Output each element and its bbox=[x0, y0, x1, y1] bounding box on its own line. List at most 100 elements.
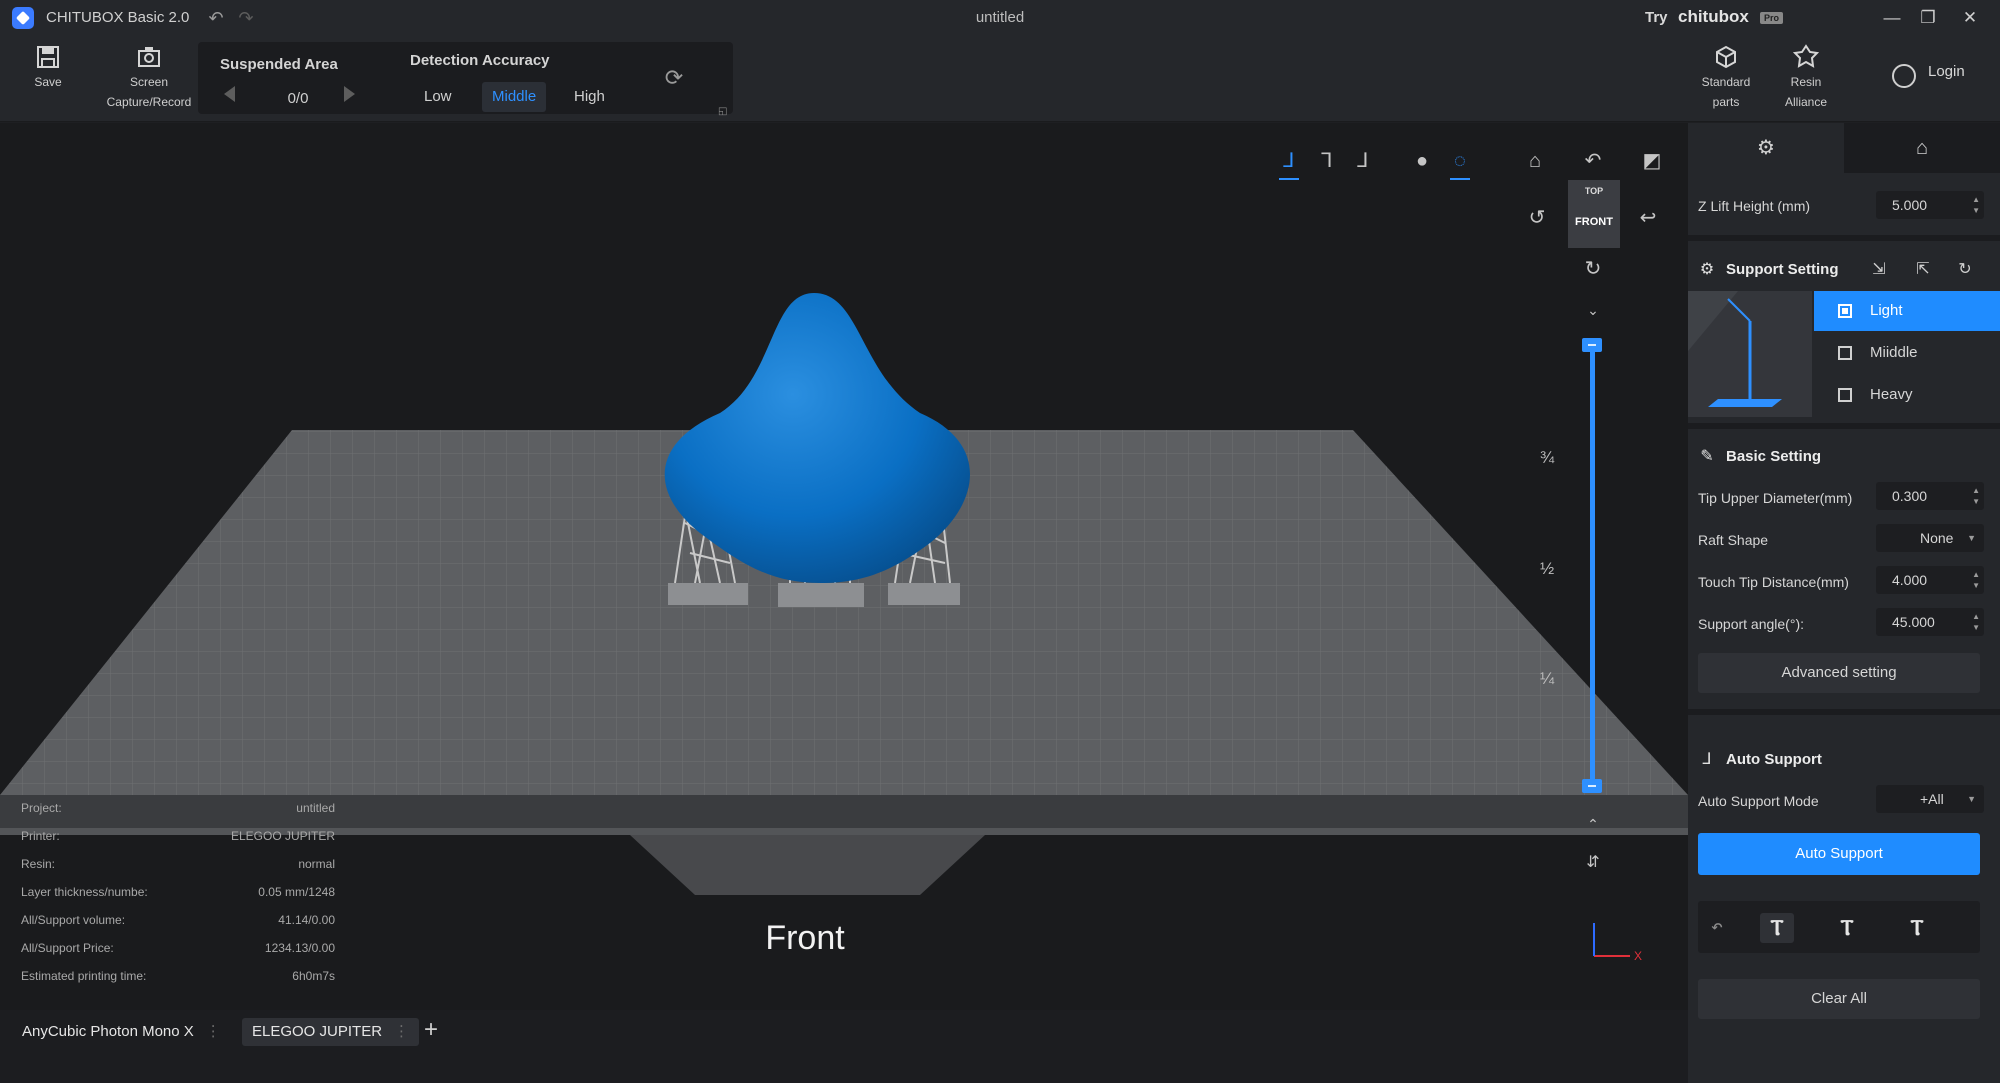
screen-capture-label-2: Capture/Record bbox=[106, 95, 192, 109]
layer-slider-top-handle[interactable] bbox=[1582, 338, 1602, 352]
add-support-icon[interactable]: Ⲧ bbox=[1760, 913, 1794, 943]
edit-support-icon[interactable]: Ⲧ bbox=[1900, 913, 1934, 943]
spinner-icon[interactable]: ▲ ▼ bbox=[1972, 569, 1980, 591]
import-preset-icon[interactable]: ⇲ bbox=[1868, 259, 1890, 281]
checkbox-icon[interactable] bbox=[1838, 304, 1852, 318]
user-icon[interactable] bbox=[1892, 64, 1916, 88]
support-setting-title: Support Setting bbox=[1726, 261, 1839, 278]
spinner-icon[interactable]: ▲ ▼ bbox=[1972, 611, 1980, 633]
save-icon bbox=[37, 46, 59, 68]
add-printer-icon[interactable]: + bbox=[424, 1016, 438, 1044]
support-medium-view-icon[interactable]: ꓶ bbox=[1314, 148, 1340, 174]
login-button[interactable]: Login bbox=[1928, 63, 1965, 80]
save-button[interactable]: Save bbox=[28, 44, 68, 92]
layer-up-icon[interactable]: ⌃ bbox=[1580, 811, 1606, 837]
resin-alliance-button[interactable]: Resin Alliance bbox=[1776, 44, 1836, 112]
rotate-right-icon[interactable]: ↩ bbox=[1635, 205, 1661, 231]
tab-supports[interactable]: ⌂ bbox=[1844, 123, 2000, 173]
build-plate: X bbox=[0, 293, 1688, 963]
redo-icon[interactable]: ↷ bbox=[233, 6, 259, 30]
info-resin: Resin: normal bbox=[21, 857, 335, 871]
perspective-cube-icon[interactable]: ◩ bbox=[1639, 148, 1665, 174]
touch-tip-value: 4.000 bbox=[1892, 572, 1928, 588]
divider bbox=[1688, 235, 2000, 241]
solid-view-icon[interactable]: ● bbox=[1409, 148, 1435, 174]
touch-tip-label: Touch Tip Distance(mm) bbox=[1698, 574, 1849, 590]
clear-all-button[interactable]: Clear All bbox=[1698, 979, 1980, 1019]
screen-capture-button[interactable]: Screen Capture/Record bbox=[106, 44, 192, 112]
auto-support-button[interactable]: Auto Support bbox=[1698, 833, 1980, 875]
try-label[interactable]: Try bbox=[1645, 9, 1668, 26]
minimize-icon[interactable]: — bbox=[1874, 4, 1910, 32]
rotate-view-icon[interactable]: ↶ bbox=[1580, 148, 1606, 174]
auto-mode-select[interactable]: +All ▼ bbox=[1876, 785, 1984, 813]
info-label: All/Support volume: bbox=[21, 913, 126, 927]
advanced-setting-button[interactable]: Advanced setting bbox=[1698, 653, 1980, 693]
support-preview-graphic bbox=[1688, 291, 1782, 407]
touch-tip-input[interactable]: 4.000 ▲ ▼ bbox=[1876, 566, 1984, 594]
spinner-icon[interactable]: ▲ ▼ bbox=[1972, 194, 1980, 216]
tip-upper-input[interactable]: 0.300 ▲ ▼ bbox=[1876, 482, 1984, 510]
chitubox-pro-brand[interactable]: chitubox bbox=[1678, 7, 1749, 27]
xray-view-icon[interactable]: ◌ bbox=[1447, 148, 1473, 180]
previous-area-icon[interactable] bbox=[224, 86, 235, 102]
rotate-down-icon[interactable]: ↻ bbox=[1580, 256, 1606, 282]
view-cube-top[interactable]: TOP bbox=[1568, 186, 1620, 196]
auto-support-title: Auto Support bbox=[1726, 751, 1822, 768]
layer-sync-icon[interactable]: ⇵ bbox=[1580, 850, 1606, 876]
home-view-icon[interactable]: ⌂ bbox=[1522, 148, 1548, 174]
view-cube-front[interactable]: FRONT bbox=[1568, 216, 1620, 228]
checkbox-icon[interactable] bbox=[1838, 388, 1852, 402]
rotate-left-icon[interactable]: ↺ bbox=[1524, 205, 1550, 231]
support-heavy-view-icon[interactable]: ⅃ bbox=[1350, 148, 1376, 174]
z-lift-input[interactable]: 5.000 ▲ ▼ bbox=[1876, 191, 1984, 219]
detection-high-button[interactable]: High bbox=[564, 82, 615, 112]
next-area-icon[interactable] bbox=[344, 86, 355, 102]
info-label: Project: bbox=[21, 801, 62, 815]
restore-icon[interactable]: ❐ bbox=[1910, 4, 1946, 32]
tab-menu-icon[interactable]: ⋮ bbox=[206, 1023, 221, 1040]
refresh-detection-icon[interactable]: ⟳ bbox=[660, 64, 688, 92]
support-setting-icon: ⚙ bbox=[1699, 261, 1715, 278]
support-option-label: Miiddle bbox=[1870, 344, 1918, 361]
info-value: normal bbox=[298, 857, 335, 871]
layer-down-icon[interactable]: ⌄ bbox=[1580, 297, 1606, 323]
3d-viewport[interactable]: X ⅃ ꓶ ⅃ ● ◌ ⌂ ↶ ◩ ↺ ↩ TOP FRONT ↻ ⌄ ¾ ½ … bbox=[0, 123, 1688, 1010]
reset-preset-icon[interactable]: ↻ bbox=[1954, 259, 1976, 281]
remove-support-icon[interactable]: Ⲧ bbox=[1830, 913, 1864, 943]
detection-low-button[interactable]: Low bbox=[414, 82, 462, 112]
collapse-panel-icon[interactable]: ◱ bbox=[718, 106, 727, 117]
standard-parts-button[interactable]: Standard parts bbox=[1696, 44, 1756, 112]
undo-support-icon[interactable]: ↶ bbox=[1700, 913, 1734, 943]
info-print-time: Estimated printing time: 6h0m7s bbox=[21, 969, 335, 983]
checkbox-icon[interactable] bbox=[1838, 346, 1852, 360]
view-label: Front bbox=[765, 919, 845, 957]
info-volume: All/Support volume: 41.14/0.00 bbox=[21, 913, 335, 927]
layer-slider-bottom-handle[interactable] bbox=[1582, 779, 1602, 793]
detection-middle-button[interactable]: Middle bbox=[482, 82, 547, 112]
z-lift-value: 5.000 bbox=[1892, 197, 1928, 213]
support-light-view-icon[interactable]: ⅃ bbox=[1276, 148, 1302, 180]
tab-print-settings[interactable]: ⚙ bbox=[1688, 123, 1844, 173]
support-middle-option[interactable]: Miiddle bbox=[1814, 333, 2000, 373]
view-cube[interactable]: TOP FRONT bbox=[1568, 180, 1620, 248]
magic-wand-icon: ✎ bbox=[1700, 448, 1714, 465]
layer-slider[interactable] bbox=[1590, 345, 1595, 787]
info-value: 6h0m7s bbox=[292, 969, 335, 983]
support-angle-input[interactable]: 45.000 ▲ ▼ bbox=[1876, 608, 1984, 636]
undo-icon[interactable]: ↶ bbox=[203, 6, 229, 30]
printer-tab-label: AnyCubic Photon Mono X bbox=[22, 1023, 194, 1040]
tab-menu-icon[interactable]: ⋮ bbox=[394, 1023, 409, 1040]
export-preset-icon[interactable]: ⇱ bbox=[1912, 259, 1934, 281]
printer-tab-elegoo[interactable]: ELEGOO JUPITER ⋮ bbox=[242, 1018, 420, 1046]
standard-parts-icon bbox=[1716, 45, 1736, 69]
close-icon[interactable]: ✕ bbox=[1952, 4, 1988, 32]
raft-shape-select[interactable]: None ▼ bbox=[1876, 524, 1984, 552]
support-light-option[interactable]: Light bbox=[1814, 291, 2000, 331]
support-heavy-option[interactable]: Heavy bbox=[1814, 375, 2000, 415]
3d-model[interactable] bbox=[664, 293, 970, 583]
raft-shape-value: None bbox=[1920, 530, 1954, 546]
spinner-icon[interactable]: ▲ ▼ bbox=[1972, 485, 1980, 507]
printer-tab-anycubic[interactable]: AnyCubic Photon Mono X ⋮ bbox=[12, 1018, 231, 1046]
resin-alliance-label-1: Resin bbox=[1790, 75, 1822, 89]
